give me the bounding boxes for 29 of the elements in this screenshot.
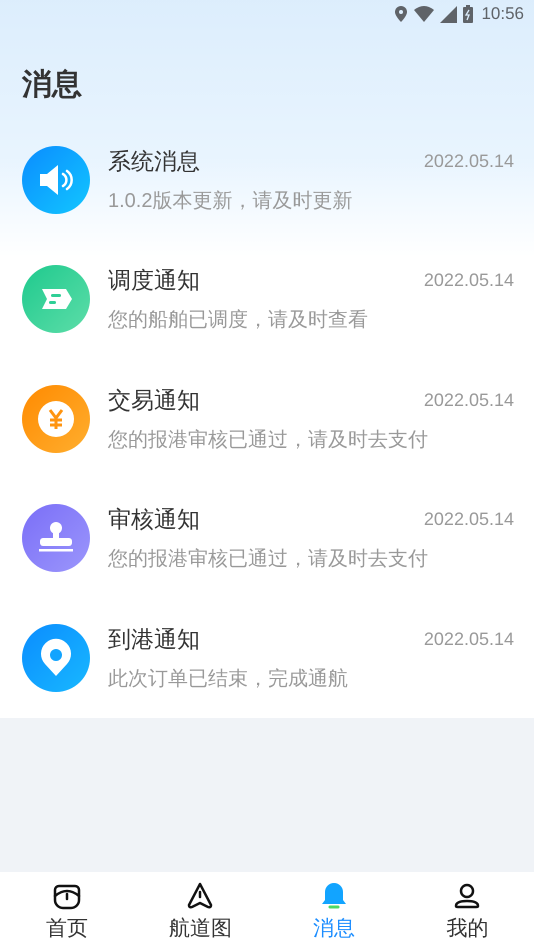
message-preview: 1.0.2版本更新，请及时更新 [108, 188, 354, 214]
message-title: 审核通知 [108, 505, 200, 534]
message-preview: 您的报港审核已通过，请及时去支付 [108, 428, 429, 453]
speaker-icon [22, 146, 90, 214]
page-title: 消息 [21, 67, 83, 103]
nav-tab[interactable]: 航道图 [134, 872, 267, 950]
nav-tab[interactable]: 首页 [0, 872, 134, 950]
yen-icon [22, 384, 90, 453]
message-date: 2022.05.14 [424, 150, 514, 172]
message-date: 2022.05.14 [424, 390, 514, 411]
message-title: 系统消息 [108, 146, 200, 176]
message-date: 2022.05.14 [424, 628, 514, 650]
message-date: 2022.05.14 [424, 270, 514, 292]
pin-icon [22, 624, 90, 692]
wifi-icon [414, 6, 434, 22]
message-title: 交易通知 [108, 386, 200, 415]
message-title: 到港通知 [108, 624, 200, 654]
stamp-icon [22, 504, 90, 572]
dispatch-icon [22, 265, 90, 334]
signal-icon [440, 6, 458, 22]
message-preview: 您的船舶已调度，请及时查看 [108, 308, 369, 334]
status-time: 10:56 [481, 4, 524, 24]
nav-tab[interactable]: 我的 [400, 872, 534, 950]
battery-icon [463, 5, 474, 23]
location-icon [394, 5, 408, 23]
message-preview: 您的报港审核已通过，请及时去支付 [108, 547, 429, 572]
message-date: 2022.05.14 [424, 509, 514, 530]
message-title: 调度通知 [108, 266, 200, 296]
message-preview: 此次订单已结束，完成通航 [108, 666, 349, 692]
